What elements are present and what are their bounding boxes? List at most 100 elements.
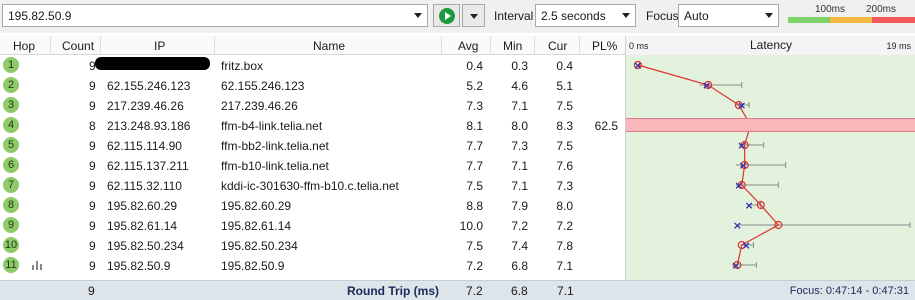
- hop-min: 7.1: [511, 99, 528, 113]
- hop-number-badge: 7: [3, 177, 19, 193]
- hop-name: 195.82.60.29: [221, 199, 292, 213]
- latency-scale-min: 0 ms: [629, 41, 649, 51]
- hop-number-badge: 3: [3, 97, 19, 113]
- round-trip-label: Round Trip (ms): [347, 284, 439, 298]
- current-latency-marker: ×: [733, 219, 742, 232]
- hop-cur: 7.6: [556, 159, 573, 173]
- target-value: 195.82.50.9: [8, 9, 72, 23]
- hop-min: 7.1: [511, 159, 528, 173]
- hop-row[interactable]: 11 9 195.82.50.9 195.82.50.9 7.2 6.8 7.1: [0, 255, 625, 275]
- hop-avg: 7.5: [466, 239, 483, 253]
- column-header-latency[interactable]: 0 ms Latency 19 ms: [625, 36, 915, 55]
- hop-row[interactable]: 6 9 62.115.137.211 ffm-b10-link.telia.net 7.…: [0, 155, 625, 175]
- hop-name: 195.82.61.14: [221, 219, 292, 233]
- focus-select[interactable]: Auto: [678, 4, 779, 27]
- hop-cur: 0.4: [556, 59, 573, 73]
- chevron-down-icon[interactable]: [414, 13, 422, 18]
- hop-count: 9: [89, 159, 96, 173]
- column-header-hop[interactable]: Hop: [13, 39, 35, 53]
- footer-avg: 7.2: [466, 284, 483, 298]
- hop-avg: 7.5: [466, 179, 483, 193]
- hop-row[interactable]: 8 9 195.82.60.29 195.82.60.29 8.8 7.9 8.0: [0, 195, 625, 215]
- hop-count: 9: [89, 199, 96, 213]
- hop-count: 8: [89, 119, 96, 133]
- round-trip-summary-row: 9 Round Trip (ms) 7.2 6.8 7.1 Focus: 0:4…: [0, 280, 915, 300]
- hop-avg: 7.7: [466, 159, 483, 173]
- chevron-down-icon: [470, 14, 478, 19]
- hop-count: 9: [89, 219, 96, 233]
- hop-row[interactable]: 3 9 217.239.46.26 217.239.46.26 7.3 7.1 7.5: [0, 95, 625, 115]
- hop-min: 7.2: [511, 219, 528, 233]
- hop-ip: 195.82.60.29: [107, 199, 178, 213]
- hop-avg: 8.8: [466, 199, 483, 213]
- hop-ip: 62.115.32.110: [107, 179, 182, 193]
- hop-number-badge: 8: [3, 197, 19, 213]
- hop-row[interactable]: 4 8 213.248.93.186 ffm-b4-link.telia.net 8.1…: [0, 115, 625, 135]
- hop-avg: 5.2: [466, 79, 483, 93]
- column-header-count[interactable]: Count: [62, 39, 94, 53]
- legend-warn-swatch: [830, 17, 872, 23]
- toolbar: 195.82.50.9 Interval 2.5 seconds Focus A…: [0, 0, 915, 33]
- interval-label: Interval: [494, 9, 534, 23]
- current-latency-marker: ×: [737, 99, 746, 112]
- column-header-pl[interactable]: PL%: [592, 39, 617, 53]
- hop-number-badge: 6: [3, 157, 19, 173]
- hop-ip: 213.248.93.186: [107, 119, 191, 133]
- column-header-cur[interactable]: Cur: [548, 39, 567, 53]
- hop-cur: 8.3: [556, 119, 573, 133]
- latency-color-legend: [788, 17, 915, 23]
- hop-row[interactable]: 10 9 195.82.50.234 195.82.50.234 7.5 7.4 7.8: [0, 235, 625, 255]
- hop-ip: 62.115.114.90: [107, 139, 182, 153]
- hop-name: 62.155.246.123: [221, 79, 305, 93]
- hop-min: 7.4: [511, 239, 528, 253]
- latency-title: Latency: [750, 38, 793, 52]
- hop-count: 9: [89, 239, 96, 253]
- hop-ip: 62.115.137.211: [107, 159, 189, 173]
- bar-chart-icon[interactable]: [32, 260, 44, 270]
- current-latency-marker: ×: [702, 79, 711, 92]
- hop-cur: 5.1: [556, 79, 573, 93]
- interval-select[interactable]: 2.5 seconds: [535, 4, 636, 27]
- table-header: Hop Count IP Name Avg Min Cur PL% 0 ms L…: [0, 36, 915, 55]
- start-trace-button[interactable]: [433, 4, 460, 27]
- hop-cur: 7.5: [556, 139, 573, 153]
- hop-row[interactable]: 1 9 fritz.box 0.4 0.3 0.4: [0, 55, 625, 75]
- hop-ip: 62.155.246.123: [107, 79, 191, 93]
- hop-row[interactable]: 7 9 62.115.32.110 kddi-ic-301630-ffm-b10.c.…: [0, 175, 625, 195]
- hop-number-badge: 10: [3, 237, 19, 253]
- hop-number-badge: 11: [3, 257, 19, 273]
- hop-avg: 7.3: [466, 99, 483, 113]
- hop-min: 8.0: [511, 119, 528, 133]
- column-header-min[interactable]: Min: [503, 39, 522, 53]
- current-latency-marker: ×: [731, 259, 740, 272]
- current-latency-marker: ×: [739, 159, 748, 172]
- hop-avg: 0.4: [466, 59, 483, 73]
- target-combobox[interactable]: 195.82.50.9: [2, 4, 428, 27]
- hop-count: 9: [89, 139, 96, 153]
- hop-number-badge: 2: [3, 77, 19, 93]
- legend-200ms-label: 200ms: [866, 4, 897, 15]
- hop-min: 7.3: [511, 139, 528, 153]
- hop-cur: 7.8: [556, 239, 573, 253]
- hop-min: 0.3: [511, 59, 528, 73]
- column-header-avg[interactable]: Avg: [458, 39, 478, 53]
- hop-cur: 7.1: [556, 259, 573, 273]
- column-header-name[interactable]: Name: [313, 39, 345, 53]
- column-header-ip[interactable]: IP: [154, 39, 165, 53]
- hop-row[interactable]: 9 9 195.82.61.14 195.82.61.14 10.0 7.2 7.2: [0, 215, 625, 235]
- hop-row[interactable]: 2 9 62.155.246.123 62.155.246.123 5.2 4.6 5.1: [0, 75, 625, 95]
- focus-label: Focus: [646, 9, 679, 23]
- hop-number-badge: 1: [3, 57, 19, 73]
- hop-count: 9: [89, 179, 96, 193]
- footer-min: 6.8: [511, 284, 528, 298]
- hop-name: ffm-bb2-link.telia.net: [221, 139, 329, 153]
- trace-options-dropdown-button[interactable]: [462, 4, 485, 27]
- hop-number-badge: 5: [3, 137, 19, 153]
- interval-value: 2.5 seconds: [541, 9, 606, 23]
- hop-avg: 10.0: [459, 219, 483, 233]
- latency-scale-max: 19 ms: [886, 41, 911, 51]
- redacted-ip: [95, 57, 210, 70]
- current-latency-marker: ×: [742, 239, 751, 252]
- hop-row[interactable]: 5 9 62.115.114.90 ffm-bb2-link.telia.net 7.7…: [0, 135, 625, 155]
- hop-avg: 8.1: [466, 119, 483, 133]
